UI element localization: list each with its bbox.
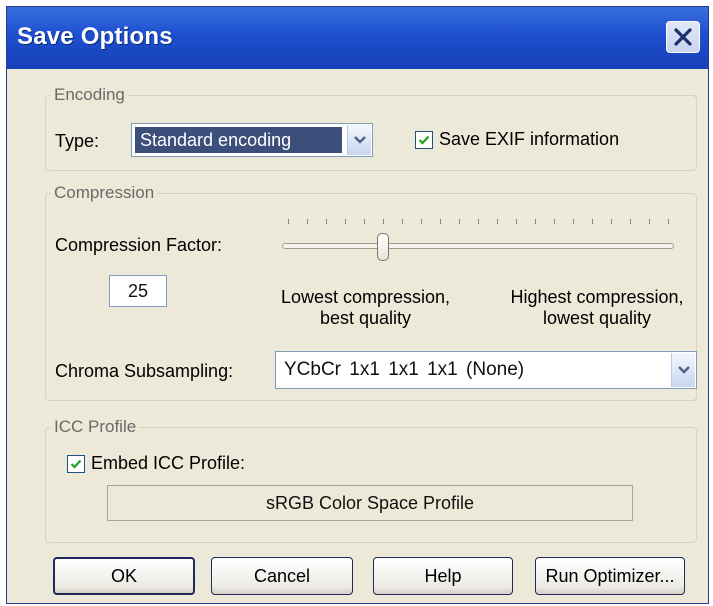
slider-tick [364,219,365,224]
slider-tick [554,219,555,224]
slider-tick [535,219,536,224]
chroma-subsampling-value: YCbCr 1x1 1x1 1x1 (None) [284,359,525,380]
high-compression-line1: Highest compression, [510,287,684,307]
encoding-group-label: Encoding [51,85,128,105]
slider-tick [573,219,574,224]
save-exif-checkbox[interactable] [415,131,433,149]
compression-slider-track[interactable] [282,243,674,249]
compression-group-label: Compression [51,183,158,203]
chroma-select-arrow[interactable] [671,353,695,387]
help-button[interactable]: Help [373,557,513,595]
icc-profile-name: sRGB Color Space Profile [265,493,475,513]
slider-tick [649,219,650,224]
type-select-value: Standard encoding [135,127,342,153]
save-exif-label[interactable]: Save EXIF information [439,129,619,150]
run-optimizer-button[interactable]: Run Optimizer... [535,557,685,595]
slider-tick [611,219,612,224]
slider-tick [497,219,498,224]
icc-profile-name-box: sRGB Color Space Profile [107,485,633,521]
low-compression-line1: Lowest compression, [280,287,451,307]
high-compression-line2: lowest quality [542,308,652,328]
icc-profile-group-label: ICC Profile [51,417,140,437]
slider-tick [592,219,593,224]
dialog-title: Save Options [17,23,173,50]
slider-tick [383,219,384,224]
slider-tick [478,219,479,224]
slider-tick [307,219,308,224]
slider-tick [459,219,460,224]
compression-factor-input[interactable]: 25 [109,275,167,307]
slider-tick [402,219,403,224]
chevron-down-icon [354,136,366,144]
chevron-down-icon [678,366,690,374]
type-select-arrow[interactable] [347,125,371,155]
checkmark-icon [70,459,82,469]
chroma-subsampling-label: Chroma Subsampling: [55,361,234,381]
type-label: Type: [55,131,100,151]
ok-button[interactable]: OK [53,557,195,595]
embed-icc-checkbox[interactable] [67,455,85,473]
slider-tick [630,219,631,224]
slider-tick [288,219,289,224]
title-bar[interactable]: Save Options [7,7,708,69]
compression-factor-label: Compression Factor: [55,235,223,255]
save-options-dialog: Save Options Encoding Type: Standard enc… [6,6,709,604]
chroma-subsampling-select[interactable]: YCbCr 1x1 1x1 1x1 (None) [275,351,697,389]
low-compression-line2: best quality [319,308,412,328]
slider-tick [668,219,669,224]
close-icon [674,28,692,46]
slider-tick [516,219,517,224]
slider-tick [345,219,346,224]
cancel-button[interactable]: Cancel [211,557,353,595]
slider-tick [421,219,422,224]
slider-tick [326,219,327,224]
type-select[interactable]: Standard encoding [131,123,373,157]
compression-slider-thumb[interactable] [377,233,389,261]
embed-icc-label[interactable]: Embed ICC Profile: [91,453,245,474]
low-compression-caption: Lowest compression, best quality [273,287,458,329]
high-compression-caption: Highest compression, lowest quality [497,287,697,329]
close-button[interactable] [666,21,700,53]
checkmark-icon [418,135,430,145]
slider-tick [440,219,441,224]
